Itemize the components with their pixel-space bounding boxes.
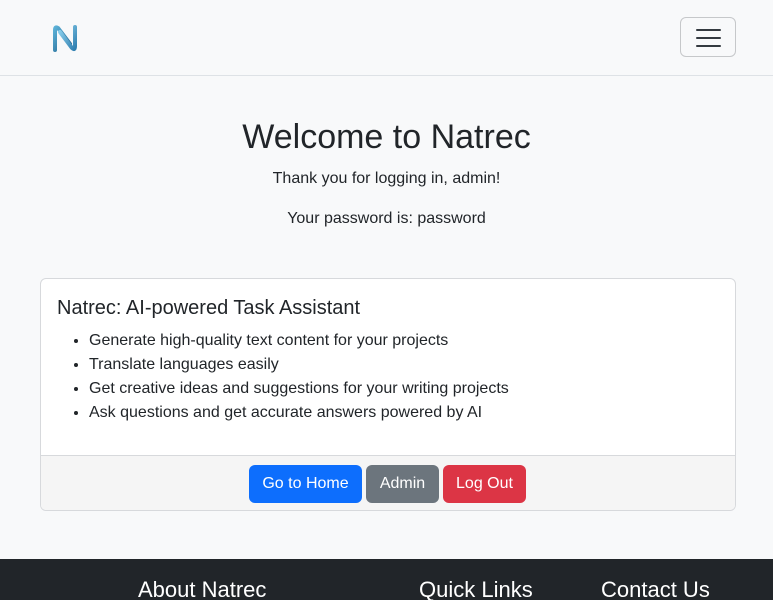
page-title: Welcome to Natrec	[242, 118, 531, 156]
list-item: Generate high-quality text content for y…	[89, 330, 509, 354]
footer-about-heading: About Natrec	[138, 577, 267, 600]
page-footer: About Natrec Quick Links Contact Us	[0, 559, 773, 600]
navbar-toggler-button[interactable]	[680, 17, 736, 57]
assistant-card: Natrec: AI-powered Task Assistant Genera…	[40, 278, 736, 511]
list-item: Get creative ideas and suggestions for y…	[89, 378, 509, 402]
login-thanks-text: Thank you for logging in, admin!	[272, 170, 501, 187]
card-footer: Go to Home Admin Log Out	[41, 455, 735, 510]
feature-list: Generate high-quality text content for y…	[89, 330, 509, 426]
card-title: Natrec: AI-powered Task Assistant	[57, 297, 361, 319]
password-text: Your password is: password	[287, 210, 486, 227]
footer-quick-links-heading: Quick Links	[419, 577, 533, 600]
list-item: Translate languages easily	[89, 354, 509, 378]
go-to-home-button[interactable]: Go to Home	[249, 465, 362, 503]
natrec-logo-icon[interactable]	[52, 24, 78, 52]
natrec-n-logo-icon	[53, 25, 77, 52]
list-item: Ask questions and get accurate answers p…	[89, 402, 509, 426]
admin-button[interactable]: Admin	[366, 465, 439, 503]
footer-contact-heading: Contact Us	[601, 577, 710, 600]
hamburger-menu-icon	[696, 28, 721, 48]
navbar	[0, 0, 773, 76]
log-out-button[interactable]: Log Out	[443, 465, 526, 503]
